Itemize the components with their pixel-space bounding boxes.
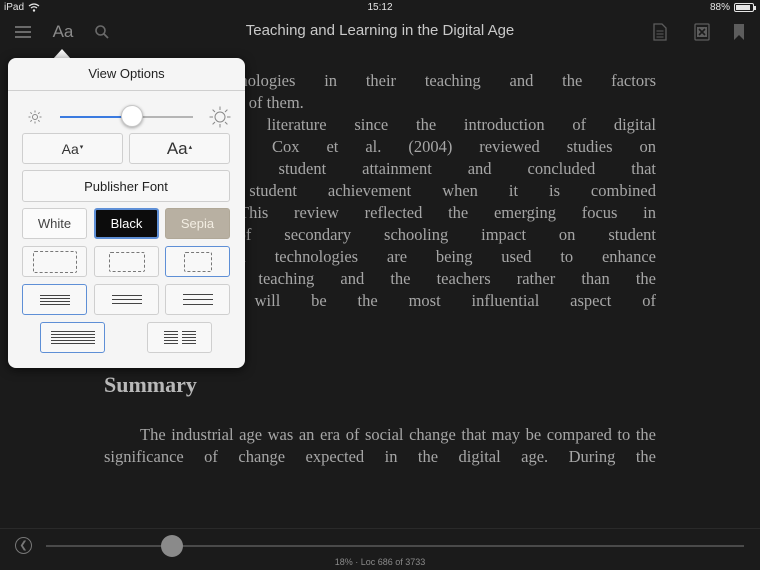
decrease-font-size-button[interactable]: Aa ▾: [22, 133, 123, 164]
margin-medium-button[interactable]: [94, 246, 159, 277]
line-glyph: [111, 295, 142, 296]
caret-up-icon: ▴: [188, 144, 193, 151]
theme-sepia-button[interactable]: Sepia: [165, 208, 230, 239]
brightness-slider-thumb[interactable]: [120, 105, 143, 127]
margin-wide-button[interactable]: [165, 246, 230, 277]
increase-font-label: Aa: [166, 138, 188, 158]
line-glyph: [39, 303, 70, 305]
line-glyph: [163, 340, 178, 341]
battery-percent: 88%: [709, 2, 730, 13]
line-glyph: [163, 331, 178, 332]
line-glyph: [39, 294, 70, 296]
brightness-control: [22, 105, 231, 128]
theme-white-button[interactable]: White: [22, 208, 87, 239]
xray-icon[interactable]: [692, 20, 712, 44]
line-glyph: [181, 331, 196, 332]
line-glyph: [50, 343, 95, 344]
line-spacing-loose-button[interactable]: [165, 284, 230, 315]
caret-down-icon: ▾: [79, 144, 84, 151]
column-glyph: [163, 331, 178, 344]
line-glyph: [39, 297, 70, 299]
margin-narrow-button[interactable]: [22, 246, 87, 277]
battery-icon: [734, 3, 756, 12]
status-right: 88%: [709, 2, 756, 13]
page-flip-icon[interactable]: [650, 20, 670, 44]
location-label: 18% · Loc 686 of 3733: [334, 557, 426, 567]
line-glyph: [181, 337, 196, 338]
progress-slider[interactable]: [46, 535, 744, 557]
book-title: Teaching and Learning in the Digital Age: [245, 22, 515, 39]
view-options-popover: View Options Aa ▾ Aa ▴ Publisher Font Wh…: [8, 58, 245, 368]
brightness-high-icon: [209, 106, 231, 128]
line-glyph: [39, 300, 70, 302]
paragraph-3: The industrial age was an era of social …: [104, 425, 656, 466]
popover-title: View Options: [88, 66, 165, 81]
line-glyph: [50, 337, 95, 338]
menu-icon[interactable]: [12, 20, 34, 44]
reader-toolbar: Aa Teaching and Learning in the Digital …: [0, 16, 760, 48]
back-arrow-icon[interactable]: ❮: [15, 537, 32, 554]
margin-medium-icon: [108, 251, 145, 272]
font-settings-button[interactable]: Aa: [50, 20, 76, 44]
line-glyph: [181, 343, 196, 344]
line-glyph: [163, 343, 178, 344]
increase-font-size-button[interactable]: Aa ▴: [129, 133, 230, 164]
two-column-button[interactable]: [147, 322, 212, 353]
brightness-slider[interactable]: [60, 105, 193, 127]
progress-bar-area: ❮ 18% · Loc 686 of 3733: [0, 528, 760, 570]
progress-slider-thumb[interactable]: [160, 535, 183, 557]
line-spacing-compact-button[interactable]: [22, 284, 87, 315]
battery-fill: [736, 5, 750, 10]
full-justification-button[interactable]: [40, 322, 105, 353]
line-glyph: [182, 304, 213, 305]
status-bar: iPad 15:12 88%: [0, 0, 760, 16]
status-time: 15:12: [367, 2, 393, 13]
section-heading: Summary: [104, 372, 197, 397]
line-glyph: [111, 299, 142, 300]
line-glyph: [181, 340, 196, 341]
brightness-low-icon: [28, 110, 42, 124]
column-glyph: [181, 331, 196, 344]
line-glyph: [181, 334, 196, 335]
line-glyph: [163, 334, 178, 335]
search-icon[interactable]: [92, 20, 112, 44]
margin-wide-icon: [183, 251, 212, 272]
decrease-font-label: Aa: [61, 140, 79, 157]
popover-divider: [8, 90, 245, 91]
bookmark-icon[interactable]: [730, 20, 748, 44]
line-glyph: [50, 331, 95, 332]
theme-black-button[interactable]: Black: [94, 208, 159, 239]
line-glyph: [50, 334, 95, 335]
line-glyph: [50, 340, 95, 341]
publisher-font-button[interactable]: Publisher Font: [22, 170, 230, 202]
margin-narrow-icon: [32, 250, 77, 273]
line-spacing-normal-button[interactable]: [94, 284, 159, 315]
line-glyph: [182, 294, 213, 295]
line-glyph: [182, 299, 213, 300]
line-glyph: [163, 337, 178, 338]
line-glyph: [111, 303, 142, 304]
